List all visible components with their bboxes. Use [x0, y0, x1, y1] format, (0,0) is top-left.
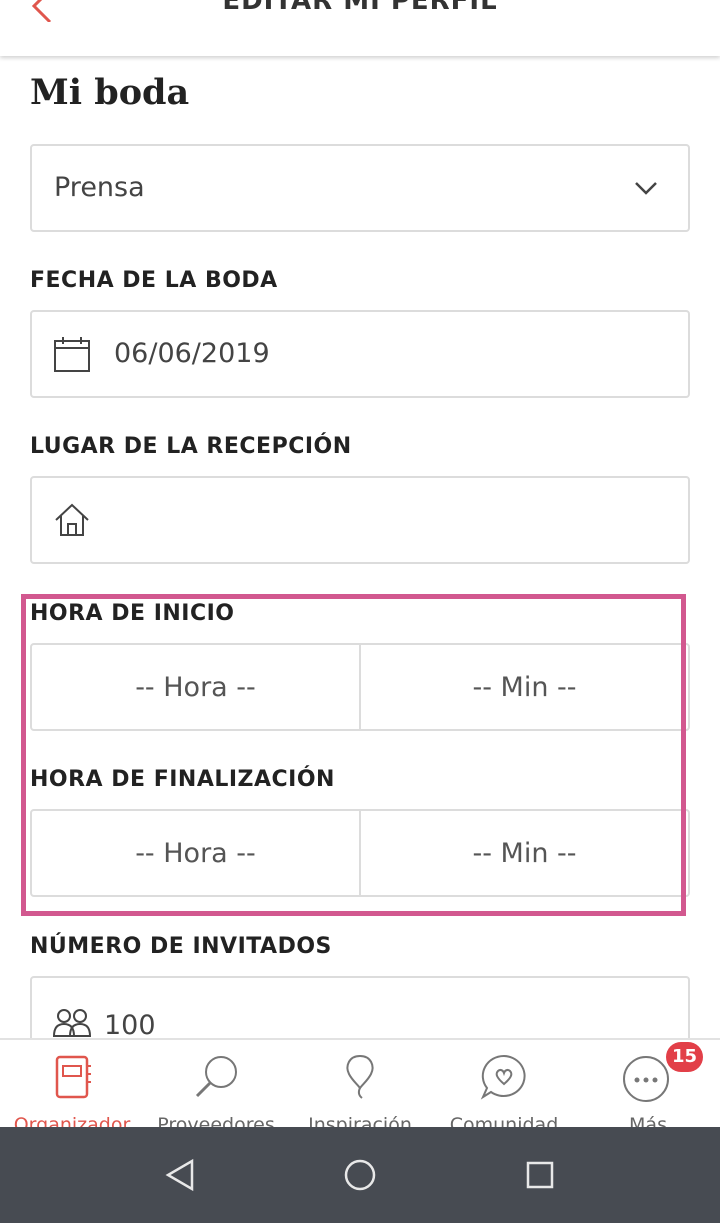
tab-organizador[interactable]: Organizador	[0, 1040, 144, 1127]
end-hour-select[interactable]: -- Hora --	[32, 811, 359, 895]
start-minute-select[interactable]: -- Min --	[359, 645, 688, 729]
tab-proveedores[interactable]: Proveedores	[144, 1040, 288, 1127]
role-select[interactable]: Prensa	[30, 144, 690, 232]
back-triangle-icon[interactable]	[160, 1155, 200, 1195]
guests-field[interactable]: 100	[30, 976, 690, 1038]
more-dots-icon	[623, 1056, 669, 1102]
guests-value: 100	[104, 1010, 156, 1038]
app-bar: EDITAR MI PERFIL	[0, 0, 720, 56]
tab-inspiracion[interactable]: Inspiración	[288, 1040, 432, 1127]
reception-place-label: LUGAR DE LA RECEPCIÓN	[30, 434, 352, 459]
system-nav-bar	[0, 1127, 720, 1223]
bottom-tab-bar: Organizador Proveedores Inspiración Comu…	[0, 1038, 720, 1127]
wedding-date-value: 06/06/2019	[114, 338, 270, 369]
wedding-date-field[interactable]: 06/06/2019	[30, 310, 690, 398]
end-minute-select[interactable]: -- Min --	[359, 811, 688, 895]
notification-badge: 15	[666, 1042, 704, 1072]
reception-place-field[interactable]	[30, 476, 690, 564]
role-select-value: Prensa	[54, 172, 145, 203]
house-icon	[55, 503, 89, 536]
chevron-down-icon	[635, 182, 657, 195]
wedding-date-label: FECHA DE LA BODA	[30, 268, 278, 293]
chat-heart-icon	[480, 1054, 526, 1100]
guests-label: NÚMERO DE INVITADOS	[30, 934, 332, 959]
tab-label: Comunidad	[449, 1114, 559, 1127]
calendar-icon	[54, 337, 90, 372]
start-time-label: HORA DE INICIO	[30, 601, 235, 626]
balloon-icon	[346, 1054, 374, 1099]
magnifier-icon	[195, 1056, 237, 1098]
recents-square-icon[interactable]	[520, 1155, 560, 1195]
tab-label: Más	[629, 1114, 667, 1127]
section-title: Mi boda	[30, 72, 190, 113]
profile-form[interactable]: Mi boda Prensa FECHA DE LA BODA 06/06/20…	[0, 56, 720, 1038]
tab-mas[interactable]: 15 Más	[576, 1040, 720, 1127]
start-time-row: -- Hora -- -- Min --	[30, 643, 690, 731]
tab-label: Organizador	[13, 1114, 131, 1127]
planner-book-icon	[55, 1055, 91, 1099]
tab-label: Proveedores	[157, 1114, 275, 1127]
tab-comunidad[interactable]: Comunidad	[432, 1040, 576, 1127]
end-time-label: HORA DE FINALIZACIÓN	[30, 767, 335, 792]
page-title: EDITAR MI PERFIL	[222, 0, 498, 16]
home-circle-icon[interactable]	[340, 1155, 380, 1195]
end-time-row: -- Hora -- -- Min --	[30, 809, 690, 897]
tab-label: Inspiración	[308, 1114, 412, 1127]
start-hour-select[interactable]: -- Hora --	[32, 645, 359, 729]
people-icon	[52, 1009, 92, 1037]
